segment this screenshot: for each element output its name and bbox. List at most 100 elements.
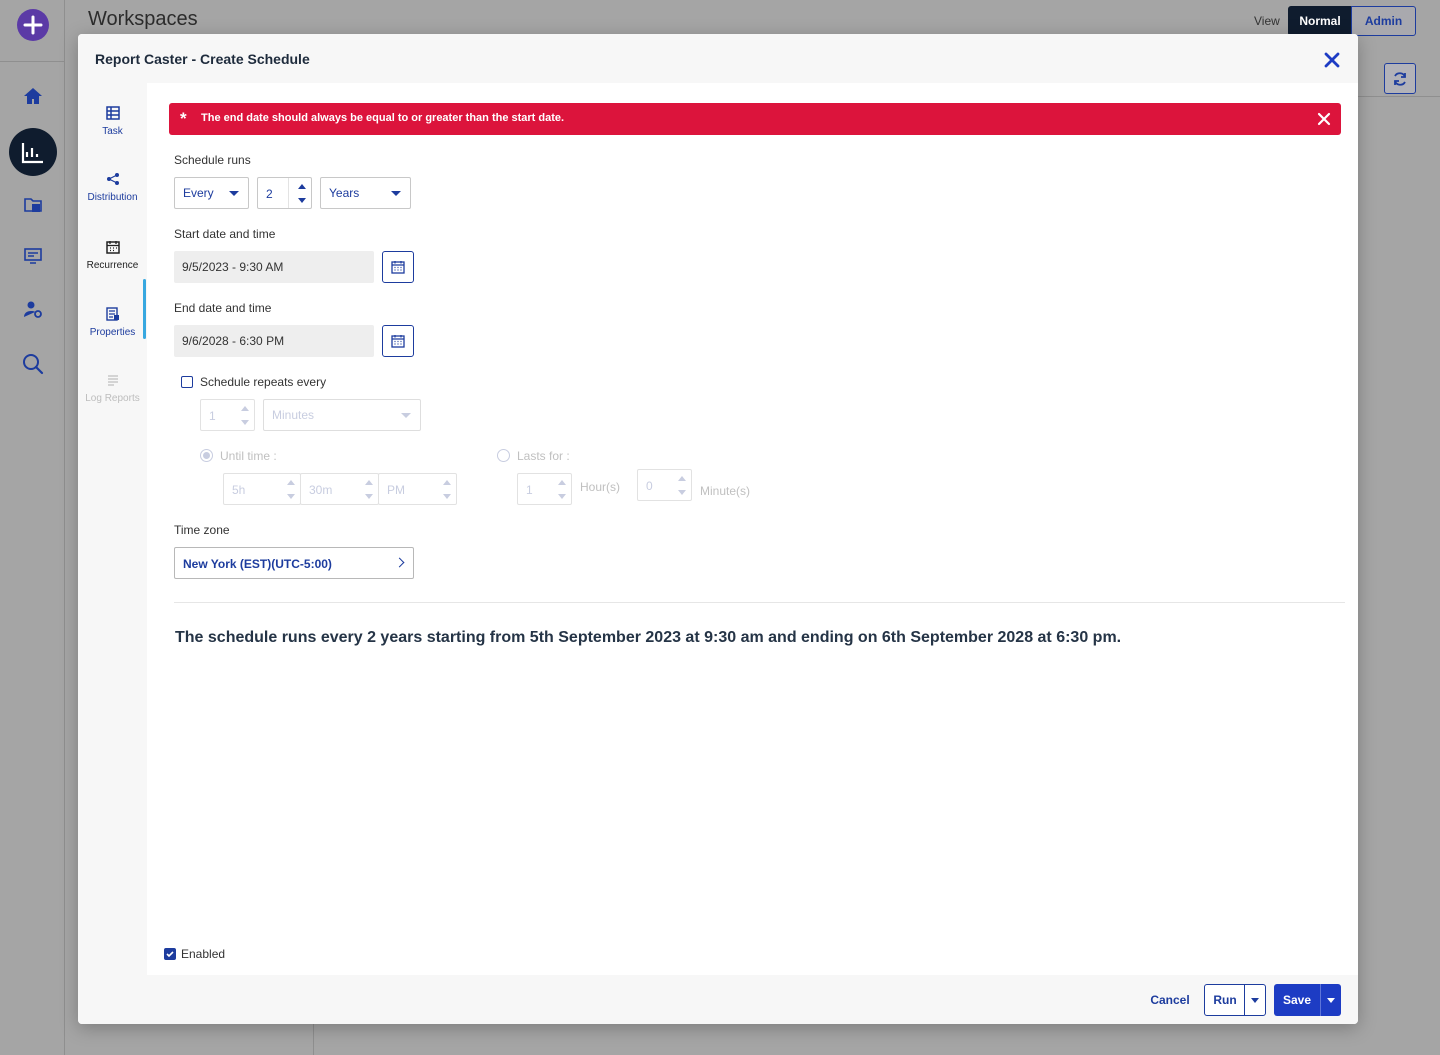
schedule-repeats-label: Schedule repeats every bbox=[200, 375, 327, 389]
frequency-select[interactable]: Every bbox=[174, 177, 249, 209]
decrement-arrow-icon bbox=[287, 494, 295, 499]
nav-item-label: Properties bbox=[89, 327, 136, 338]
view-normal-button[interactable]: Normal bbox=[1288, 6, 1352, 36]
until-time-label: Until time : bbox=[220, 449, 277, 463]
create-schedule-dialog: Report Caster - Create Schedule Task Dis… bbox=[78, 34, 1358, 1024]
save-options-button[interactable] bbox=[1320, 984, 1341, 1016]
interval-value: 2 bbox=[266, 187, 273, 201]
enabled-label: Enabled bbox=[181, 947, 226, 961]
unit-value: Years bbox=[329, 186, 360, 200]
until-ampm-stepper: PM bbox=[378, 473, 457, 505]
increment-arrow-icon bbox=[287, 480, 295, 485]
error-message: The end date should always be equal to o… bbox=[201, 112, 565, 124]
decrement-arrow-icon bbox=[678, 490, 686, 495]
rail-divider bbox=[0, 61, 65, 62]
nav-item-distribution[interactable]: Distribution bbox=[78, 172, 147, 232]
schedule-repeats-checkbox[interactable] bbox=[181, 376, 193, 388]
log-icon bbox=[107, 375, 118, 386]
time-zone-label: Time zone bbox=[174, 523, 230, 537]
decrement-arrow-icon bbox=[241, 420, 249, 425]
error-asterisk: * bbox=[180, 109, 187, 128]
until-ampm-value: PM bbox=[387, 483, 405, 497]
check-icon bbox=[166, 951, 174, 958]
share-icon bbox=[106, 173, 119, 185]
search-button[interactable] bbox=[0, 351, 65, 377]
run-button[interactable]: Run bbox=[1204, 984, 1246, 1016]
properties-icon bbox=[105, 307, 119, 321]
background-panel bbox=[1358, 96, 1440, 1055]
calendar-icon bbox=[391, 335, 405, 348]
nav-item-label: Log Reports bbox=[85, 393, 140, 404]
save-button[interactable]: Save bbox=[1274, 984, 1320, 1016]
unit-select[interactable]: Years bbox=[320, 177, 411, 209]
lasts-for-label: Lasts for : bbox=[517, 449, 570, 463]
dialog-side-nav: Task Distribution Recurrence Properties … bbox=[78, 83, 147, 975]
folder-data-icon bbox=[23, 198, 42, 212]
monitor-icon bbox=[23, 248, 42, 264]
until-hours-value: 5h bbox=[232, 483, 246, 497]
start-date-label: Start date and time bbox=[174, 227, 276, 241]
chevron-down-icon bbox=[1327, 997, 1335, 1003]
end-date-picker-button[interactable] bbox=[382, 325, 414, 357]
view-label: View bbox=[1254, 14, 1280, 28]
close-icon bbox=[1324, 52, 1340, 68]
chevron-down-icon bbox=[1251, 997, 1259, 1003]
interval-stepper[interactable]: 2 bbox=[257, 177, 312, 209]
data-button[interactable] bbox=[0, 193, 65, 217]
increment-arrow-icon bbox=[241, 406, 249, 411]
increment-arrow-icon[interactable] bbox=[298, 184, 306, 189]
until-time-radio bbox=[200, 449, 213, 462]
enabled-checkbox[interactable] bbox=[164, 948, 176, 960]
until-minutes-stepper: 30m bbox=[300, 473, 379, 505]
stepper-divider bbox=[288, 178, 289, 208]
add-button[interactable] bbox=[0, 8, 65, 42]
nav-item-label: Distribution bbox=[87, 192, 138, 203]
lasts-minutes-stepper: 0 bbox=[637, 469, 692, 501]
close-button[interactable] bbox=[1322, 50, 1342, 70]
calendar-icon bbox=[391, 261, 405, 274]
table-icon bbox=[105, 106, 120, 120]
decrement-arrow-icon bbox=[443, 494, 451, 499]
admin-button[interactable] bbox=[0, 297, 65, 321]
end-date-label: End date and time bbox=[174, 301, 272, 315]
user-gear-icon bbox=[23, 301, 42, 318]
start-date-field[interactable]: 9/5/2023 - 9:30 AM bbox=[174, 251, 374, 283]
nav-item-label: Recurrence bbox=[86, 260, 139, 271]
end-date-field[interactable]: 9/6/2028 - 6:30 PM bbox=[174, 325, 374, 357]
refresh-button[interactable] bbox=[1384, 63, 1416, 94]
chevron-down-icon bbox=[229, 191, 239, 196]
increment-arrow-icon bbox=[365, 480, 373, 485]
monitor-button[interactable] bbox=[0, 244, 65, 268]
chevron-down-icon bbox=[391, 191, 401, 196]
page-title: Workspaces bbox=[88, 8, 198, 30]
decrement-arrow-icon bbox=[365, 494, 373, 499]
minutes-unit-label: Minute(s) bbox=[700, 484, 751, 498]
time-zone-selector[interactable]: New York (EST)(UTC-5:00) bbox=[174, 547, 414, 579]
nav-item-log-reports: Log Reports bbox=[78, 373, 147, 433]
home-button[interactable] bbox=[0, 84, 65, 108]
app-rail bbox=[0, 0, 65, 1055]
repeat-interval-value: 1 bbox=[209, 409, 216, 423]
nav-item-properties[interactable]: Properties bbox=[78, 307, 147, 367]
run-options-button[interactable] bbox=[1244, 984, 1266, 1016]
reporting-button[interactable] bbox=[0, 128, 65, 176]
lasts-hours-value: 1 bbox=[526, 483, 533, 497]
dialog-title: Report Caster - Create Schedule bbox=[95, 51, 310, 67]
decrement-arrow-icon bbox=[558, 494, 566, 499]
nav-item-task[interactable]: Task bbox=[78, 106, 147, 166]
schedule-summary: The schedule runs every 2 years starting… bbox=[175, 629, 1122, 646]
close-icon bbox=[1317, 112, 1331, 126]
plus-icon bbox=[16, 9, 49, 41]
hours-unit-label: Hour(s) bbox=[580, 480, 621, 494]
chevron-down-icon bbox=[401, 413, 411, 418]
dismiss-error-button[interactable] bbox=[1317, 112, 1331, 126]
start-date-picker-button[interactable] bbox=[382, 251, 414, 283]
view-admin-button[interactable]: Admin bbox=[1351, 6, 1416, 36]
reporting-icon bbox=[8, 128, 57, 176]
decrement-arrow-icon[interactable] bbox=[298, 198, 306, 203]
nav-item-recurrence[interactable]: Recurrence bbox=[78, 240, 147, 300]
cancel-button[interactable]: Cancel bbox=[1140, 984, 1200, 1016]
until-hours-stepper: 5h bbox=[223, 473, 301, 505]
repeat-interval-stepper: 1 bbox=[200, 399, 255, 431]
search-icon bbox=[22, 354, 43, 375]
